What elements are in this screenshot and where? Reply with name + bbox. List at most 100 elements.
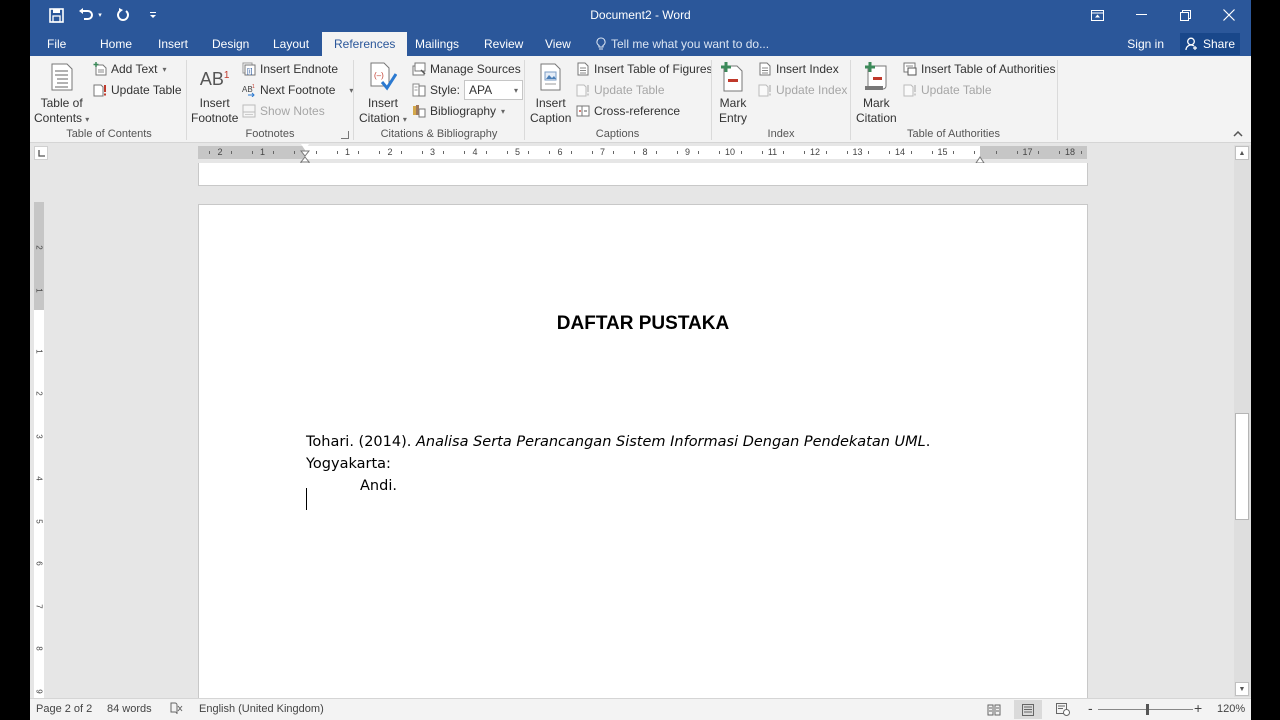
close-button[interactable] <box>1207 0 1251 30</box>
scrollbar-thumb[interactable] <box>1235 413 1249 520</box>
manage-sources-label: Manage Sources <box>430 62 521 76</box>
show-notes-button[interactable]: Show Notes <box>242 101 325 121</box>
add-text-button[interactable]: Add Text ▾ <box>93 59 167 79</box>
ruler-number: 7 <box>599 147 606 157</box>
horizontal-ruler[interactable]: 2 1 1 2 3 4 5 6 7 8 9 10 11 12 13 14 15 17 18 <box>198 144 1087 168</box>
restore-button[interactable] <box>1163 0 1207 30</box>
insert-caption-icon <box>535 60 567 94</box>
update-table-authorities-button[interactable]: Update Table <box>903 80 992 100</box>
mark-entry-label-2: Entry <box>718 111 747 125</box>
group-label-toa: Table of Authorities <box>907 128 1000 140</box>
indent-markers[interactable] <box>300 144 310 168</box>
tell-me-search[interactable]: Tell me what you want to do... <box>596 32 769 56</box>
restore-icon <box>1179 9 1191 21</box>
zoom-out-button[interactable]: - <box>1088 698 1093 720</box>
ruler-tick <box>464 151 465 154</box>
insert-caption-button[interactable]: Insert Caption <box>530 60 571 126</box>
ruler-tick <box>1059 151 1060 154</box>
collapse-ribbon-button[interactable] <box>1233 128 1243 140</box>
chevron-down-icon: ▾ <box>514 85 519 95</box>
group-label-footnotes: Footnotes <box>245 128 295 140</box>
sign-in-link[interactable]: Sign in <box>1127 32 1164 56</box>
zoom-level[interactable]: 120% <box>1217 699 1245 720</box>
scroll-down-button[interactable]: ▼ <box>1235 682 1249 696</box>
title-bar: ▾ Document2 - Word <box>30 0 1251 32</box>
ruler-tick <box>337 151 338 154</box>
bibliography-button[interactable]: Bibliography ▾ <box>412 101 505 121</box>
proofing-icon[interactable] <box>170 702 184 718</box>
table-of-contents-button[interactable]: Table of Contents ▾ <box>34 60 89 127</box>
tab-design[interactable]: Design <box>212 32 249 56</box>
tab-selector[interactable] <box>34 146 48 160</box>
ruler-tick <box>401 151 402 154</box>
ruler-tick <box>634 151 635 154</box>
read-mode-button[interactable] <box>980 700 1008 719</box>
ruler-number: 1 <box>34 287 44 293</box>
page-count[interactable]: Page 2 of 2 <box>36 699 92 720</box>
insert-table-of-figures-button[interactable]: Insert Table of Figures <box>576 59 713 79</box>
mark-entry-button[interactable]: Mark Entry <box>717 60 749 126</box>
zoom-slider-thumb[interactable] <box>1146 704 1149 715</box>
insert-caption-label-2: Caption <box>530 111 572 125</box>
tab-mailings[interactable]: Mailings <box>415 32 459 56</box>
minimize-icon <box>1135 14 1147 15</box>
scroll-up-button[interactable]: ▲ <box>1235 146 1249 160</box>
ruler-tick <box>294 151 295 154</box>
bibliography-label: Bibliography <box>430 104 497 118</box>
update-table-label: Update Table <box>111 83 182 97</box>
ruler-number: 5 <box>514 147 521 157</box>
document-page[interactable]: DAFTAR PUSTAKA Tohari. (2014). Analisa S… <box>198 204 1088 704</box>
insert-table-of-authorities-button[interactable]: Insert Table of Authorities <box>903 59 1056 79</box>
tab-review[interactable]: Review <box>484 32 523 56</box>
lightbulb-icon <box>596 37 606 50</box>
print-layout-button[interactable] <box>1014 700 1042 719</box>
ruler-number: 3 <box>429 147 436 157</box>
update-table-button[interactable]: Update Table <box>93 80 182 100</box>
manage-sources-button[interactable]: Manage Sources <box>412 59 521 79</box>
ruler-tick <box>698 151 699 154</box>
ruler-number: 8 <box>34 646 44 651</box>
tab-home[interactable]: Home <box>100 32 132 56</box>
show-notes-label: Show Notes <box>260 104 325 118</box>
vertical-ruler[interactable]: 2 1 1 2 3 4 5 6 7 8 9 <box>34 202 44 698</box>
update-index-button[interactable]: Update Index <box>758 80 847 100</box>
insert-citation-label-2: Citation ▾ <box>359 111 407 125</box>
mark-citation-button[interactable]: Mark Citation <box>856 60 897 126</box>
word-count[interactable]: 84 words <box>107 699 152 720</box>
tab-references[interactable]: References <box>322 32 408 56</box>
insert-footnote-icon: AB1 <box>199 68 230 89</box>
vertical-scrollbar[interactable]: ▲ ▼ <box>1234 145 1251 697</box>
table-of-contents-label-2: Contents ▾ <box>34 111 90 125</box>
insert-endnote-button[interactable]: [i] Insert Endnote <box>242 59 338 79</box>
citation-style-select[interactable]: APA ▾ <box>464 80 524 100</box>
minimize-button[interactable] <box>1119 0 1163 30</box>
update-table-authorities-label: Update Table <box>921 83 992 97</box>
cross-reference-label: Cross-reference <box>594 104 681 118</box>
footnotes-dialog-launcher[interactable] <box>341 131 349 139</box>
language-indicator[interactable]: English (United Kingdom) <box>199 699 324 720</box>
ribbon-display-options-button[interactable] <box>1075 0 1119 30</box>
mark-citation-label-2: Citation <box>856 111 897 125</box>
tab-view[interactable]: View <box>545 32 571 56</box>
share-button[interactable]: Share <box>1180 33 1240 55</box>
svg-text:(–): (–) <box>374 71 384 80</box>
ruler-number: 9 <box>684 147 691 157</box>
update-table-figures-button[interactable]: Update Table <box>576 80 665 100</box>
group-table-of-contents: Table of Contents ▾ Add Text ▾ Update Tab… <box>30 56 188 143</box>
share-label: Share <box>1202 37 1236 51</box>
print-layout-icon <box>1022 703 1034 716</box>
ruler-number: 10 <box>724 147 736 157</box>
insert-citation-button[interactable]: (–) Insert Citation ▾ <box>359 60 407 127</box>
tab-layout[interactable]: Layout <box>273 32 309 56</box>
cross-reference-button[interactable]: Cross-reference <box>576 101 680 121</box>
insert-footnote-button[interactable]: AB1 Insert Footnote <box>191 60 238 126</box>
zoom-in-button[interactable]: + <box>1194 698 1202 720</box>
tab-file[interactable]: File <box>47 32 66 56</box>
bibliography-icon <box>413 105 426 118</box>
tab-insert[interactable]: Insert <box>158 32 188 56</box>
next-footnote-button[interactable]: AB 1 Next Footnote ▾ <box>242 80 353 100</box>
web-layout-button[interactable] <box>1049 700 1077 719</box>
update-table-icon <box>576 84 589 97</box>
ruler-number: 2 <box>34 391 44 396</box>
insert-index-button[interactable]: Insert Index <box>758 59 839 79</box>
